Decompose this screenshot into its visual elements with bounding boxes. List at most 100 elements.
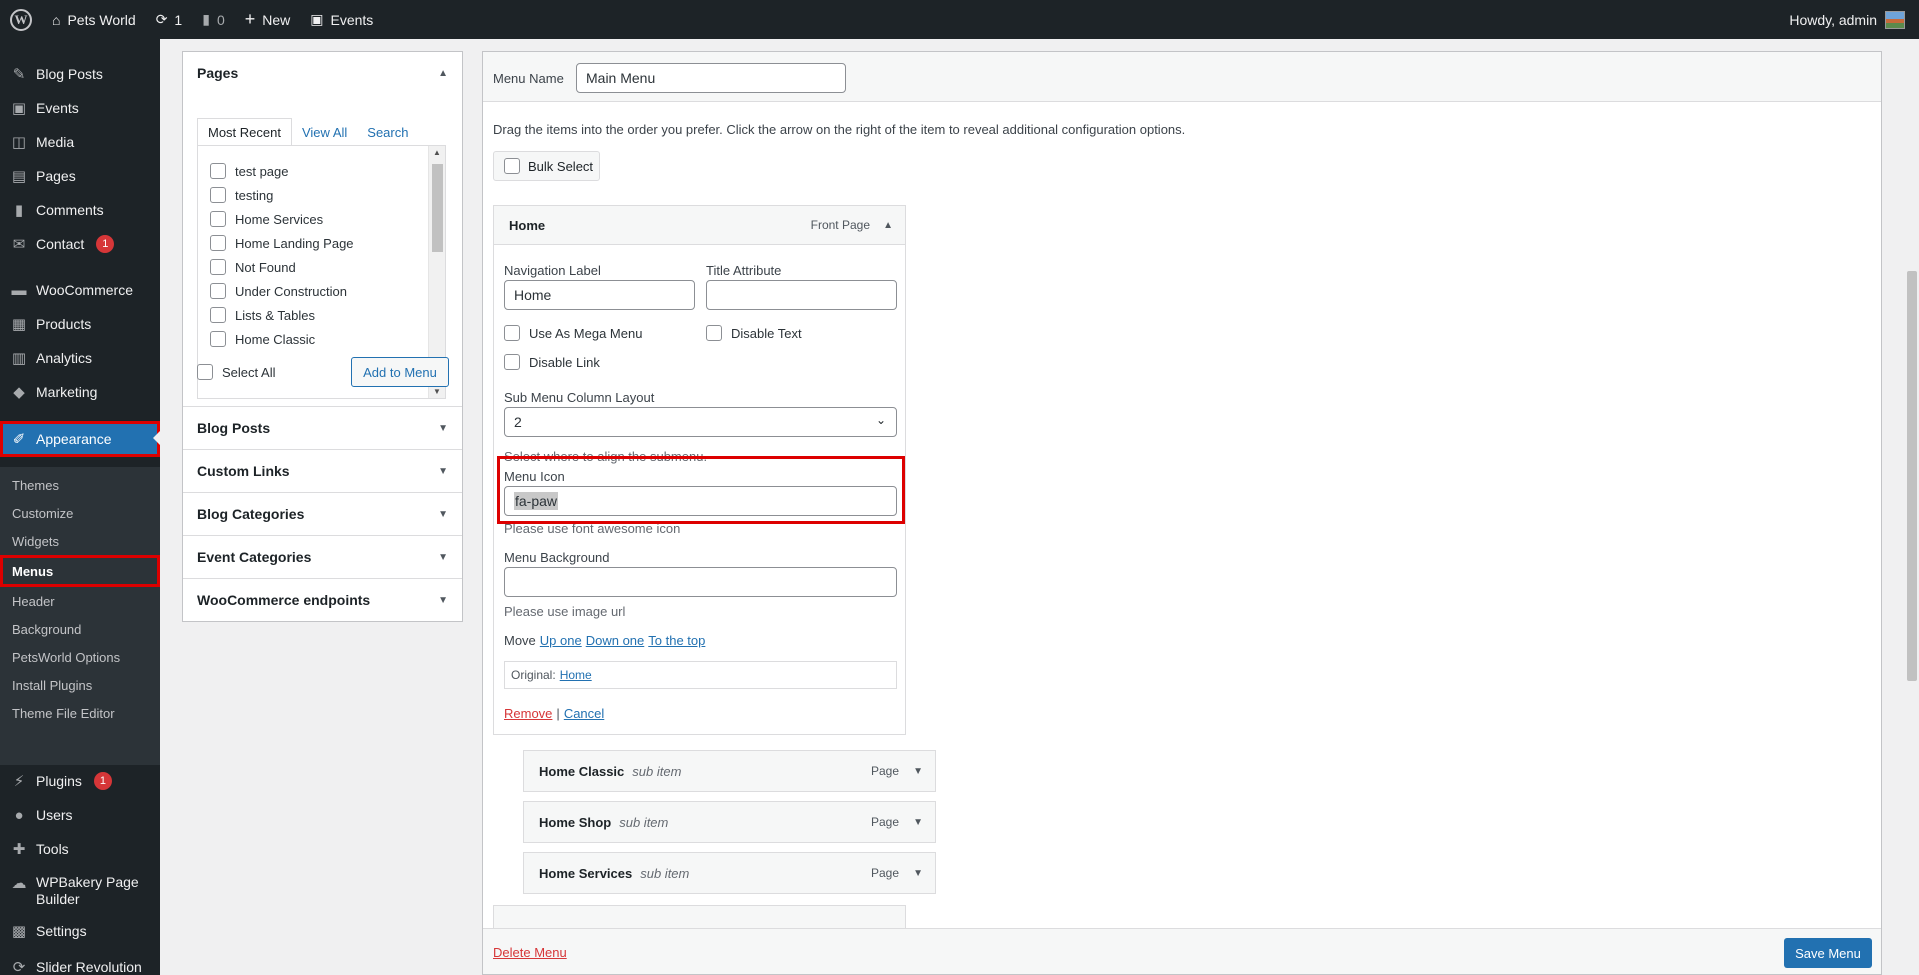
checkbox[interactable]: [210, 163, 226, 179]
checkbox[interactable]: [210, 211, 226, 227]
sidebar-item-plugins[interactable]: ⚡ Plugins 1: [0, 764, 160, 798]
checkbox[interactable]: [210, 331, 226, 347]
page-scrollbar[interactable]: [1904, 39, 1919, 975]
submenu-item-header[interactable]: Header: [0, 587, 160, 615]
sidebar-item-label-line2: Builder: [36, 891, 80, 907]
checkbox[interactable]: [210, 187, 226, 203]
original-link[interactable]: Home: [560, 668, 592, 682]
add-to-menu-button[interactable]: Add to Menu: [351, 357, 449, 387]
events-link[interactable]: ▣ Events: [300, 0, 383, 39]
checkbox[interactable]: [210, 307, 226, 323]
checkbox[interactable]: [210, 283, 226, 299]
accordion-event-categories[interactable]: Event Categories ▼: [183, 535, 462, 578]
accordion-woocommerce-endpoints[interactable]: WooCommerce endpoints ▼: [183, 578, 462, 621]
submenu-item-theme-file-editor[interactable]: Theme File Editor: [0, 699, 160, 727]
scroll-up-arrow-icon[interactable]: ▲: [433, 148, 441, 157]
chevron-down-icon[interactable]: ▼: [913, 766, 923, 777]
tab-search[interactable]: Search: [357, 118, 418, 146]
move-down-one-link[interactable]: Down one: [586, 633, 645, 648]
media-icon: ◫: [11, 134, 27, 151]
sidebar-item-media[interactable]: ◫ Media: [0, 125, 160, 159]
new-content-link[interactable]: + New: [235, 0, 301, 39]
sidebar-item-wpbakery[interactable]: ☁ WPBakery Page Builder: [0, 866, 160, 910]
appearance-submenu: Themes Customize Widgets Menus Header Ba…: [0, 467, 160, 765]
menu-name-input[interactable]: Main Menu: [576, 63, 846, 93]
submenu-item-background[interactable]: Background: [0, 615, 160, 643]
sidebar-item-contact[interactable]: ✉ Contact 1: [0, 227, 160, 261]
submenu-item-widgets[interactable]: Widgets: [0, 527, 160, 555]
bulk-select-checkbox[interactable]: [504, 158, 520, 174]
submenu-item-petsworld-options[interactable]: PetsWorld Options: [0, 643, 160, 671]
menu-item-home-services[interactable]: Home Services sub item Page ▼: [523, 852, 936, 894]
move-up-one-link[interactable]: Up one: [540, 633, 582, 648]
chevron-down-icon[interactable]: ▼: [913, 868, 923, 879]
save-menu-button[interactable]: Save Menu: [1784, 938, 1872, 968]
remove-link[interactable]: Remove: [504, 706, 552, 721]
accordion-pages[interactable]: Pages ▲: [183, 52, 462, 94]
select-all-row[interactable]: Select All: [197, 364, 275, 380]
wp-logo-menu[interactable]: W: [0, 0, 42, 39]
mega-menu-option[interactable]: Use As Mega Menu: [504, 325, 642, 341]
mega-menu-checkbox[interactable]: [504, 325, 520, 341]
accordion-blog-posts[interactable]: Blog Posts ▼: [183, 406, 462, 449]
submenu-item-menus[interactable]: Menus: [0, 555, 160, 587]
bulk-select-button[interactable]: Bulk Select: [493, 151, 600, 181]
updates-link[interactable]: ⟳ 1: [146, 0, 193, 39]
sidebar-item-pages[interactable]: ▤ Pages: [0, 159, 160, 193]
disable-text-checkbox[interactable]: [706, 325, 722, 341]
sidebar-item-woocommerce[interactable]: ▬ WooCommerce: [0, 273, 160, 307]
menu-item-home-classic[interactable]: Home Classic sub item Page ▼: [523, 750, 936, 792]
sidebar-item-blog-posts[interactable]: ✎ Blog Posts: [0, 57, 160, 91]
menu-background-input[interactable]: [504, 567, 897, 597]
tab-view-all[interactable]: View All: [292, 118, 357, 146]
pages-tabs: Most Recent View All Search: [197, 118, 418, 146]
accordion-custom-links[interactable]: Custom Links ▼: [183, 449, 462, 492]
page-scrollbar-thumb[interactable]: [1907, 271, 1917, 681]
sidebar-item-tools[interactable]: ✚ Tools: [0, 832, 160, 866]
disable-link-option[interactable]: Disable Link: [504, 354, 600, 370]
move-to-top-link[interactable]: To the top: [648, 633, 705, 648]
submenu-layout-select[interactable]: 2 ⌄: [504, 407, 897, 437]
delete-menu-link[interactable]: Delete Menu: [493, 945, 567, 960]
page-checkbox-row[interactable]: Lists & Tables: [210, 307, 315, 323]
sidebar-item-events[interactable]: ▣ Events: [0, 91, 160, 125]
sidebar-item-analytics[interactable]: ▥ Analytics: [0, 341, 160, 375]
my-account-link[interactable]: Howdy, admin: [1779, 0, 1919, 39]
original-label: Original:: [511, 668, 556, 682]
accordion-blog-categories[interactable]: Blog Categories ▼: [183, 492, 462, 535]
checkbox[interactable]: [210, 259, 226, 275]
title-attribute-input[interactable]: [706, 280, 897, 310]
select-all-checkbox[interactable]: [197, 364, 213, 380]
tab-most-recent[interactable]: Most Recent: [197, 118, 292, 146]
page-checkbox-row[interactable]: Home Services: [210, 211, 323, 227]
sidebar-item-appearance[interactable]: ✐ Appearance: [0, 421, 160, 457]
submenu-item-install-plugins[interactable]: Install Plugins: [0, 671, 160, 699]
comments-link[interactable]: ▮ 0: [192, 0, 235, 39]
chevron-down-icon[interactable]: ▼: [913, 817, 923, 828]
page-checkbox-row[interactable]: Not Found: [210, 259, 296, 275]
menu-item-handle[interactable]: Home Front Page ▲: [493, 205, 906, 245]
submenu-item-themes[interactable]: Themes: [0, 471, 160, 499]
checkbox[interactable]: [210, 235, 226, 251]
page-checkbox-row[interactable]: Home Landing Page: [210, 235, 354, 251]
sidebar-item-marketing[interactable]: ◆ Marketing: [0, 375, 160, 409]
disable-link-checkbox[interactable]: [504, 354, 520, 370]
page-checkbox-row[interactable]: Under Construction: [210, 283, 347, 299]
menu-item-home-shop[interactable]: Home Shop sub item Page ▼: [523, 801, 936, 843]
menu-icon-highlight: [497, 456, 905, 524]
page-checkbox-row[interactable]: Home Classic: [210, 331, 315, 347]
sidebar-item-comments[interactable]: ▮ Comments: [0, 193, 160, 227]
disable-text-option[interactable]: Disable Text: [706, 325, 802, 341]
navigation-label-input[interactable]: Home: [504, 280, 695, 310]
submenu-item-customize[interactable]: Customize: [0, 499, 160, 527]
cancel-link[interactable]: Cancel: [564, 706, 604, 721]
chevron-up-icon[interactable]: ▲: [883, 220, 893, 231]
page-checkbox-row[interactable]: testing: [210, 187, 273, 203]
page-checkbox-row[interactable]: test page: [210, 163, 289, 179]
scroll-down-arrow-icon[interactable]: ▼: [433, 387, 441, 396]
sidebar-item-users[interactable]: ● Users: [0, 798, 160, 832]
sidebar-item-slider-revolution[interactable]: ⟳ Slider Revolution: [0, 941, 160, 975]
scrollbar-thumb[interactable]: [432, 164, 443, 252]
site-name-link[interactable]: ⌂ Pets World: [42, 0, 146, 39]
sidebar-item-products[interactable]: ▦ Products: [0, 307, 160, 341]
